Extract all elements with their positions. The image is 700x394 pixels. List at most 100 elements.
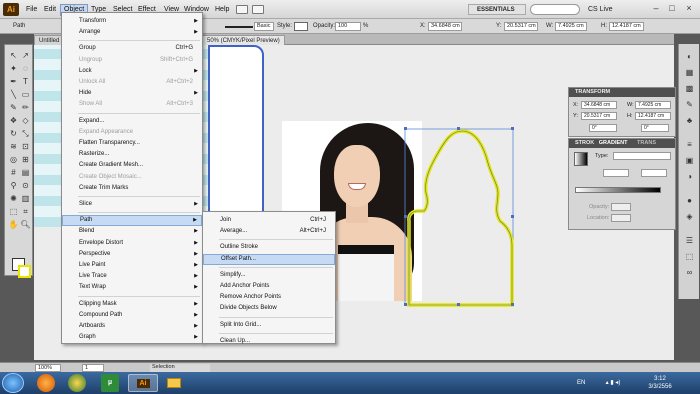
document-tab-untitled[interactable]: Untitled xyxy=(34,35,65,45)
close-icon[interactable]: × xyxy=(683,3,695,14)
paintbrush-tool-icon[interactable]: ✎ xyxy=(8,103,19,113)
path-menu-item-average[interactable]: Average... Alt+Ctrl+J xyxy=(203,226,335,237)
object-menu-item-flatten-transparency[interactable]: Flatten Transparency... xyxy=(62,138,202,149)
warp-tool-icon[interactable]: ≋ xyxy=(8,142,19,152)
lasso-tool-icon[interactable]: ◌ xyxy=(20,64,31,74)
zoom-tool-icon[interactable]: 🔍︎ xyxy=(20,220,31,230)
path-menu-item-divide-objects-below[interactable]: Divide Objects Below xyxy=(203,303,335,314)
menu-help[interactable]: Help xyxy=(212,4,232,16)
magic-wand-icon[interactable]: ✦ xyxy=(8,64,19,74)
transform-w-field[interactable]: 7.4925 cm xyxy=(635,101,671,109)
chrome-icon[interactable] xyxy=(68,374,86,392)
rectangle-tool-icon[interactable]: ▭ xyxy=(20,90,31,100)
blend-tool-icon[interactable]: ⊙ xyxy=(20,181,31,191)
object-menu-item-transform[interactable]: Transform ▶ xyxy=(62,16,202,27)
blob-brush-icon[interactable]: ❖ xyxy=(8,116,19,126)
artboards-icon[interactable]: ⬚ xyxy=(684,252,695,261)
workspace-switcher[interactable]: ESSENTIALS xyxy=(468,4,526,15)
object-menu-item-live-paint[interactable]: Live Paint ▶ xyxy=(62,260,202,271)
line-tool-icon[interactable]: ╲ xyxy=(8,90,19,100)
gradient-aspect-field[interactable] xyxy=(641,169,667,177)
layers-icon[interactable]: ☰ xyxy=(684,236,695,245)
w-field[interactable]: 7.4925 cm xyxy=(555,22,587,31)
direct-selection-tool-icon[interactable]: ↗ xyxy=(20,51,31,61)
object-menu-item-graph[interactable]: Graph ▶ xyxy=(62,332,202,343)
object-menu-item-slice[interactable]: Slice ▶ xyxy=(62,199,202,210)
object-menu-item-path[interactable]: Path ▶ xyxy=(62,215,202,227)
gradient-panel-icon[interactable]: ▣ xyxy=(684,156,695,165)
minimize-icon[interactable]: – xyxy=(650,3,662,14)
utorrent-icon[interactable]: µ xyxy=(101,374,119,392)
gradient-preview-swatch[interactable] xyxy=(574,152,588,166)
illustrator-taskbar-button[interactable]: Ai xyxy=(128,374,158,392)
swatches-icon[interactable]: ▩ xyxy=(684,84,695,93)
path-menu-item-simplify[interactable]: Simplify... xyxy=(203,270,335,281)
object-menu-item-show-all[interactable]: Show All Alt+Ctrl+3 xyxy=(62,99,202,110)
object-menu-item-compound-path[interactable]: Compound Path ▶ xyxy=(62,310,202,321)
cs-live-button[interactable]: CS Live xyxy=(588,4,613,15)
clock-time[interactable]: 3:12 xyxy=(640,375,680,383)
transparency-icon[interactable]: ◑ xyxy=(684,172,695,181)
object-menu-item-create-trim-marks[interactable]: Create Trim Marks xyxy=(62,183,202,194)
x-field[interactable]: 34.6848 cm xyxy=(428,22,462,31)
rotate-field[interactable]: 0° xyxy=(589,124,617,132)
transform-h-field[interactable]: 12.4187 cm xyxy=(635,112,671,120)
shear-field[interactable]: 0° xyxy=(641,124,669,132)
selection-tool-icon[interactable]: ↖ xyxy=(8,51,19,61)
scale-tool-icon[interactable]: ⤡ xyxy=(20,129,31,139)
transform-x-field[interactable]: 34.6848 cm xyxy=(581,101,617,109)
document-tab-active[interactable]: 50% (CMYK/Pixel Preview) xyxy=(202,35,285,45)
rotate-tool-icon[interactable]: ↻ xyxy=(8,129,19,139)
artboard-number-field[interactable]: 1 xyxy=(82,364,104,372)
gradient-type-select[interactable] xyxy=(613,152,671,160)
style-swatch[interactable] xyxy=(294,22,308,31)
object-menu-item-clipping-mask[interactable]: Clipping Mask ▶ xyxy=(62,299,202,310)
menu-edit[interactable]: Edit xyxy=(41,4,59,16)
object-menu-item-hide[interactable]: Hide ▶ xyxy=(62,88,202,99)
path-menu-item-split-into-grid[interactable]: Split Into Grid... xyxy=(203,320,335,331)
symbol-sprayer-icon[interactable]: ✺ xyxy=(8,194,19,204)
perspective-grid-icon[interactable]: ⊞ xyxy=(20,155,31,165)
path-menu-item-remove-anchor-points[interactable]: Remove Anchor Points xyxy=(203,292,335,303)
gradient-tool-icon[interactable]: ▤ xyxy=(20,168,31,178)
brushes-icon[interactable]: ✎ xyxy=(684,100,695,109)
gradient-slider[interactable] xyxy=(575,187,661,193)
selected-path-outline[interactable] xyxy=(404,127,554,317)
path-menu-item-offset-path[interactable]: Offset Path... xyxy=(203,253,335,265)
type-tool-icon[interactable]: T xyxy=(20,77,31,87)
object-menu-item-arrange[interactable]: Arrange ▶ xyxy=(62,27,202,38)
object-menu-item-envelope-distort[interactable]: Envelope Distort ▶ xyxy=(62,238,202,249)
transform-y-field[interactable]: 20.5317 cm xyxy=(581,112,617,120)
links-icon[interactable]: ∞ xyxy=(684,268,695,277)
pencil-tool-icon[interactable]: ✏ xyxy=(20,103,31,113)
y-field[interactable]: 20.5317 cm xyxy=(504,22,538,31)
color-guide-icon[interactable]: ▦ xyxy=(684,68,695,77)
object-menu-item-create-gradient-mesh[interactable]: Create Gradient Mesh... xyxy=(62,160,202,171)
object-menu-item-perspective[interactable]: Perspective ▶ xyxy=(62,249,202,260)
pen-tool-icon[interactable]: ✒ xyxy=(8,77,19,87)
graphic-styles-icon[interactable]: ◈ xyxy=(684,212,695,221)
slice-tool-icon[interactable]: ⌗ xyxy=(20,207,31,217)
mesh-tool-icon[interactable]: # xyxy=(8,168,19,178)
tab-gradient[interactable]: GRADIENT xyxy=(599,140,628,146)
stroke-swatch[interactable] xyxy=(18,265,31,278)
stroke-profile-preview[interactable] xyxy=(225,26,253,28)
arrange-documents-icon[interactable] xyxy=(252,5,264,14)
bridge-icon[interactable] xyxy=(236,5,248,14)
object-menu-item-group[interactable]: Group Ctrl+G xyxy=(62,43,202,54)
clock-date[interactable]: 3/3/2556 xyxy=(640,383,680,391)
object-menu-item-artboards[interactable]: Artboards ▶ xyxy=(62,321,202,332)
path-menu-item-add-anchor-points[interactable]: Add Anchor Points xyxy=(203,281,335,292)
gradient-angle-field[interactable] xyxy=(603,169,629,177)
path-menu-item-clean-up[interactable]: Clean Up... xyxy=(203,336,335,347)
object-menu-item-lock[interactable]: Lock ▶ xyxy=(62,66,202,77)
gradient-location-field[interactable] xyxy=(611,214,631,222)
search-input[interactable] xyxy=(530,4,580,15)
symbols-icon[interactable]: ♣ xyxy=(684,116,695,125)
opacity-field[interactable]: 100 xyxy=(335,22,361,31)
zoom-field[interactable]: 100% xyxy=(35,364,61,372)
object-menu-item-unlock-all[interactable]: Unlock All Alt+Ctrl+2 xyxy=(62,77,202,88)
tab-stroke[interactable]: STROK xyxy=(575,140,594,146)
object-menu-item-text-wrap[interactable]: Text Wrap ▶ xyxy=(62,282,202,293)
language-indicator[interactable]: EN xyxy=(577,379,585,387)
